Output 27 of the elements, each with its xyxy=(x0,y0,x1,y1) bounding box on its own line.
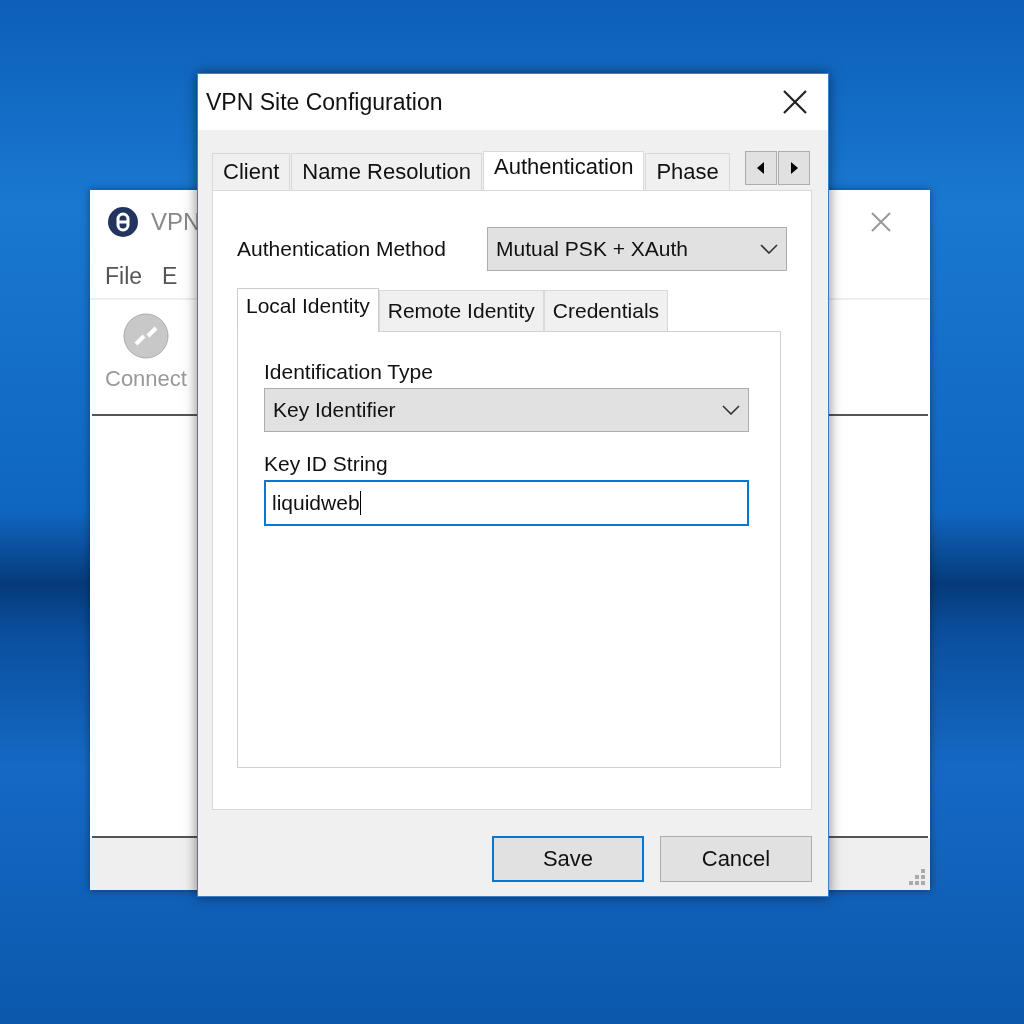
chevron-down-icon xyxy=(760,244,778,254)
field-label: Key ID String xyxy=(264,452,389,476)
window-title: VPN Site Configuration xyxy=(206,88,443,116)
scroll-right-button[interactable] xyxy=(778,151,810,185)
menu-item[interactable]: E xyxy=(162,262,178,290)
chevron-down-icon xyxy=(722,405,740,415)
scroll-left-button[interactable] xyxy=(745,151,777,185)
tab[interactable]: Name Resolution xyxy=(291,153,482,190)
close-icon[interactable] xyxy=(782,89,808,115)
tab[interactable]: Phase xyxy=(645,153,730,190)
menu-item[interactable]: File xyxy=(105,262,143,290)
dropdown[interactable]: Key Identifier xyxy=(264,388,749,432)
tab[interactable]: Client xyxy=(212,153,291,190)
dropdown[interactable]: Mutual PSK + XAuth xyxy=(487,227,787,271)
input-field[interactable]: liquidweb xyxy=(264,480,749,526)
dialog-button[interactable]: Cancel xyxy=(660,836,812,882)
tab[interactable]: Authentication xyxy=(483,151,645,190)
tab[interactable]: Local Identity xyxy=(237,288,379,332)
tab[interactable]: Remote Identity xyxy=(378,290,544,331)
resize-grip-icon[interactable] xyxy=(908,868,926,886)
tab[interactable]: Credentials xyxy=(543,290,669,331)
lock-logo-icon xyxy=(107,206,139,238)
dialog-button[interactable]: Save xyxy=(492,836,644,882)
field-label: Authentication Method xyxy=(237,237,446,261)
field-label: Identification Type xyxy=(264,360,434,384)
left-triangle-icon xyxy=(757,162,765,174)
right-triangle-icon xyxy=(790,162,798,174)
